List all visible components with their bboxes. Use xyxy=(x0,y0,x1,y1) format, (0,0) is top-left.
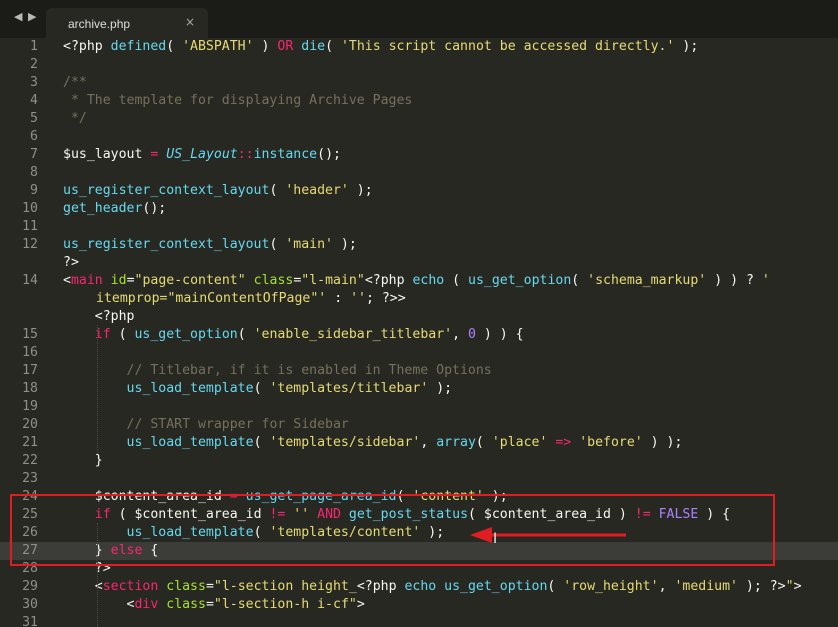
annotation-arrow-icon xyxy=(470,527,626,543)
text-cursor-icon: I xyxy=(493,531,498,547)
